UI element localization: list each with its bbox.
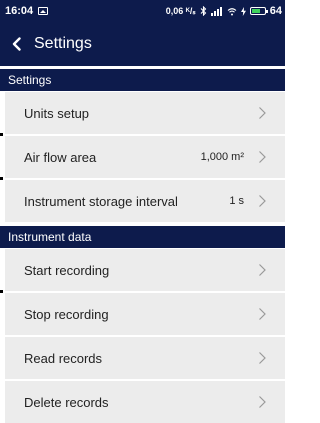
stop-recording-item[interactable]: Stop recording — [5, 293, 285, 335]
chevron-right-icon — [258, 150, 267, 164]
read-records-item[interactable]: Read records — [5, 337, 285, 379]
bluetooth-icon — [200, 6, 207, 16]
battery-level: 64 — [269, 5, 282, 17]
row-label: Instrument storage interval — [24, 193, 178, 209]
units-setup-item[interactable]: Units setup — [5, 92, 285, 134]
page-title: Settings — [34, 35, 92, 52]
status-time: 16:04 — [5, 5, 34, 17]
delete-records-item[interactable]: Delete records — [5, 381, 285, 423]
wifi-icon — [227, 7, 237, 15]
row-label: Stop recording — [24, 306, 109, 322]
chevron-right-icon — [258, 307, 267, 321]
app-bar: Settings — [0, 22, 285, 66]
air-flow-area-item[interactable]: Air flow area 1,000 m² — [5, 136, 285, 178]
edge-mark — [0, 290, 3, 293]
back-arrow-icon — [12, 37, 21, 51]
edge-mark — [0, 133, 3, 136]
chevron-right-icon — [258, 351, 267, 365]
row-label: Units setup — [24, 105, 90, 121]
gallery-icon — [38, 7, 49, 15]
status-bar: 16:04 0,06 ᴷ/ₛ 64 — [0, 0, 285, 22]
network-speed: 0,06 ᴷ/ₛ — [165, 5, 196, 16]
row-label: Delete records — [24, 394, 109, 410]
battery-icon — [249, 7, 268, 15]
storage-interval-item[interactable]: Instrument storage interval 1 s — [5, 180, 285, 222]
row-label: Air flow area — [24, 149, 97, 165]
edge-mark — [0, 177, 3, 180]
row-label: Start recording — [24, 262, 110, 278]
signal-icon — [210, 6, 222, 16]
row-label: Read records — [24, 350, 103, 366]
back-button[interactable] — [0, 22, 34, 66]
chevron-right-icon — [258, 263, 267, 277]
air-flow-area-value: 1,000 m² — [200, 151, 244, 163]
chevron-right-icon — [258, 106, 267, 120]
storage-interval-value: 1 s — [229, 195, 244, 207]
start-recording-item[interactable]: Start recording — [5, 249, 285, 291]
status-icons: 0,06 ᴷ/ₛ 64 — [166, 5, 282, 17]
chevron-right-icon — [258, 395, 267, 409]
section-header-settings: Settings — [0, 69, 285, 91]
chevron-right-icon — [258, 194, 267, 208]
section-header-instrument-data: Instrument data — [0, 226, 285, 248]
charging-icon — [240, 6, 246, 16]
